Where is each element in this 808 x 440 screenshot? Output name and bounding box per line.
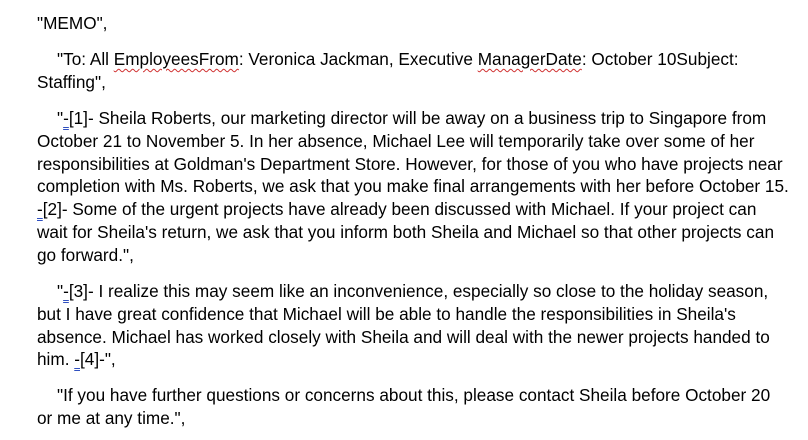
body1-sentence-2: [2]- Some of the urgent projects have al… bbox=[37, 199, 774, 265]
misspelled-word-managerdate[interactable]: ManagerDate bbox=[478, 49, 582, 69]
header-text-open: "To: All bbox=[57, 49, 114, 69]
memo-title-text: "MEMO", bbox=[37, 13, 108, 33]
memo-body-paragraph-1: "-[1]- Sheila Roberts, our marketing dir… bbox=[37, 107, 789, 267]
memo-document: "MEMO", "To: All EmployeesFrom: Veronica… bbox=[0, 0, 808, 440]
header-text-mid: : Veronica Jackman, Executive bbox=[238, 49, 478, 69]
body2-sentence-2: [4]-", bbox=[79, 349, 116, 370]
memo-closing-paragraph: "If you have further questions or concer… bbox=[37, 384, 789, 430]
memo-header-paragraph: "To: All EmployeesFrom: Veronica Jackman… bbox=[37, 48, 789, 94]
closing-text: "If you have further questions or concer… bbox=[37, 385, 771, 428]
memo-body-paragraph-2: "-[3]- I realize this may seem like an i… bbox=[37, 280, 789, 371]
memo-title: "MEMO", bbox=[37, 12, 789, 35]
body1-sentence-1: [1]- Sheila Roberts, our marketing direc… bbox=[37, 108, 789, 197]
body2-sentence-1: [3]- I realize this may seem like an inc… bbox=[37, 281, 770, 370]
misspelled-word-employeesfrom[interactable]: EmployeesFrom bbox=[114, 49, 239, 69]
